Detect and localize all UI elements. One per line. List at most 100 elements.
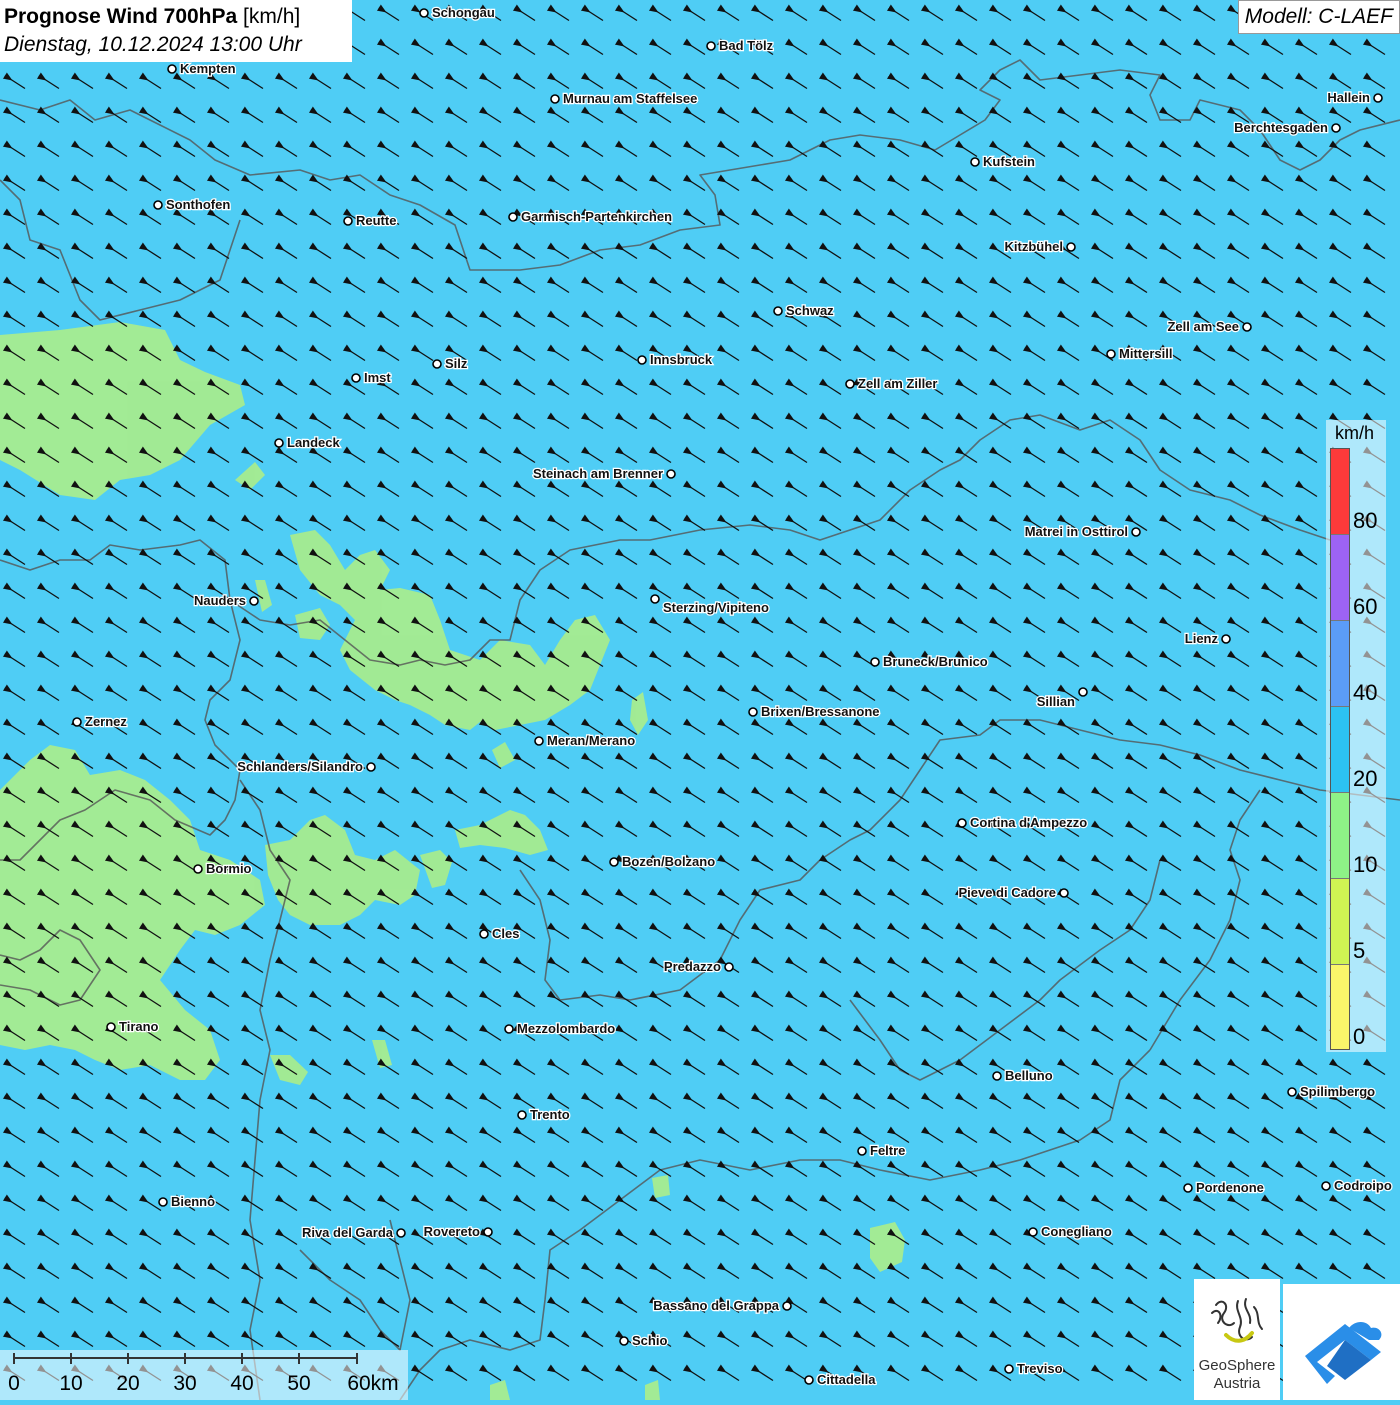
city-marker[interactable]: Matrei in Osttirol <box>1023 523 1141 540</box>
legend-band-60 <box>1331 535 1349 621</box>
scale-label-50: 50 <box>287 1372 311 1395</box>
geosphere-logo[interactable]: GeoSphere Austria <box>1194 1279 1280 1400</box>
city-label: Codroipo <box>1334 1178 1392 1193</box>
scale-bar: 0 10 20 30 40 50 60km <box>0 1350 408 1400</box>
city-marker[interactable]: Sonthofen <box>153 196 232 213</box>
city-dot <box>1028 1227 1038 1237</box>
city-dot <box>650 594 660 604</box>
scale-bar-line <box>13 1353 358 1364</box>
city-label: Cortina d'Ampezzo <box>970 815 1087 830</box>
city-marker[interactable]: Schongau <box>419 4 496 21</box>
map-title: Prognose Wind 700hPa [km/h] <box>4 5 301 28</box>
city-dot <box>1066 242 1076 252</box>
app-logo[interactable] <box>1283 1284 1400 1400</box>
legend-band-80 <box>1331 449 1349 535</box>
city-dot <box>804 1375 814 1385</box>
legend-unit: km/h <box>1335 423 1375 443</box>
city-marker[interactable]: Bassano del Grappa <box>652 1297 792 1314</box>
city-marker[interactable]: Schlanders/Silandro <box>236 758 376 775</box>
city-label: Brixen/Bressanone <box>761 704 880 719</box>
low-wind-area-small-8 <box>652 1175 670 1198</box>
city-marker[interactable]: Mezzolombardo <box>504 1020 617 1037</box>
city-dot <box>1106 349 1116 359</box>
city-marker[interactable]: Zell am Ziller <box>845 375 939 392</box>
wind-speed-legend: km/h 80 60 40 20 10 5 0 <box>1326 420 1386 1052</box>
legend-band-40 <box>1331 621 1349 707</box>
geosphere-logo-icon <box>1211 1298 1263 1343</box>
city-label: Cittadella <box>817 1372 876 1387</box>
city-marker[interactable]: Garmisch-Partenkirchen <box>508 208 673 225</box>
city-marker[interactable]: Pordenone <box>1183 1179 1265 1196</box>
city-dot <box>748 707 758 717</box>
city-label: Bozen/Bolzano <box>622 854 715 869</box>
city-dot <box>1183 1183 1193 1193</box>
geosphere-logo-country: Austria <box>1213 1375 1261 1392</box>
city-dot <box>167 64 177 74</box>
city-marker[interactable]: Zell am See <box>1166 318 1252 335</box>
city-label: Kitzbühel <box>1005 239 1064 254</box>
scale-label-40: 40 <box>230 1372 254 1395</box>
city-dot <box>479 929 489 939</box>
legend-label-20: 20 <box>1353 766 1378 791</box>
city-label: Silz <box>445 356 468 371</box>
city-dot <box>106 1022 116 1032</box>
city-label: Berchtesgaden <box>1234 120 1328 135</box>
city-dot <box>666 469 676 479</box>
city-dot <box>992 1071 1002 1081</box>
city-dot <box>274 438 284 448</box>
city-dot <box>1221 634 1231 644</box>
city-marker[interactable]: Bozen/Bolzano <box>609 853 716 870</box>
legend-label-10: 10 <box>1353 852 1378 877</box>
city-dot <box>396 1228 406 1238</box>
city-dot <box>1321 1181 1331 1191</box>
scale-label-20: 20 <box>116 1372 140 1395</box>
scale-label-0: 0 <box>8 1372 20 1395</box>
city-marker[interactable]: Brixen/Bressanone <box>748 703 881 720</box>
city-dot <box>1287 1087 1297 1097</box>
wind-map[interactable]: Schongau Bad Tölz Kempten Murnau am Staffel… <box>0 0 1400 1400</box>
city-dot <box>773 306 783 316</box>
city-label: Bruneck/Brunico <box>883 654 988 669</box>
city-label: Garmisch-Partenkirchen <box>521 209 672 224</box>
city-label: Nauders <box>194 593 246 608</box>
city-marker[interactable]: Meran/Merano <box>534 732 636 749</box>
city-label: Riva del Garda <box>302 1225 394 1240</box>
city-marker[interactable]: Berchtesgaden <box>1233 119 1341 136</box>
city-dot <box>1373 93 1383 103</box>
city-label: Tirano <box>119 1019 159 1034</box>
city-dot <box>1004 1364 1014 1374</box>
title-box: Prognose Wind 700hPa [km/h] Dienstag, 10… <box>0 0 352 62</box>
city-marker[interactable]: Conegliano <box>1028 1223 1113 1240</box>
city-dot <box>517 1110 527 1120</box>
city-dot <box>483 1227 493 1237</box>
city-marker[interactable]: Spilimbergo <box>1287 1083 1376 1100</box>
city-label: Zell am See <box>1167 319 1239 334</box>
city-label: Innsbruck <box>650 352 713 367</box>
city-dot <box>782 1301 792 1311</box>
city-dot <box>857 1146 867 1156</box>
forecast-datetime: Dienstag, 10.12.2024 13:00 Uhr <box>4 33 302 56</box>
city-marker[interactable]: Cortina d'Ampezzo <box>957 814 1089 831</box>
geosphere-logo-name: GeoSphere <box>1198 1357 1276 1374</box>
city-dot <box>366 762 376 772</box>
city-label: Murnau am Staffelsee <box>563 91 697 106</box>
city-dot <box>724 962 734 972</box>
legend-band-20 <box>1331 707 1349 793</box>
city-marker[interactable]: Pieve di Cadore <box>957 884 1069 901</box>
city-dot <box>249 596 259 606</box>
city-marker[interactable]: Murnau am Staffelsee <box>550 90 699 107</box>
city-label: Conegliano <box>1041 1224 1112 1239</box>
scale-label-10: 10 <box>59 1372 83 1395</box>
city-marker[interactable]: Steinach am Brenner <box>532 465 676 482</box>
city-marker[interactable]: Bruneck/Brunico <box>870 653 989 670</box>
city-dot <box>534 736 544 746</box>
city-marker[interactable]: Innsbruck <box>637 351 714 368</box>
city-label: Feltre <box>870 1143 905 1158</box>
city-dot <box>637 355 647 365</box>
city-label: Trento <box>530 1107 570 1122</box>
city-label: Zernez <box>85 714 127 729</box>
city-dot <box>1331 123 1341 133</box>
city-label: Rovereto <box>424 1224 480 1239</box>
city-label: Sterzing/Vipiteno <box>663 600 769 615</box>
city-marker[interactable]: Riva del Garda <box>301 1224 406 1241</box>
